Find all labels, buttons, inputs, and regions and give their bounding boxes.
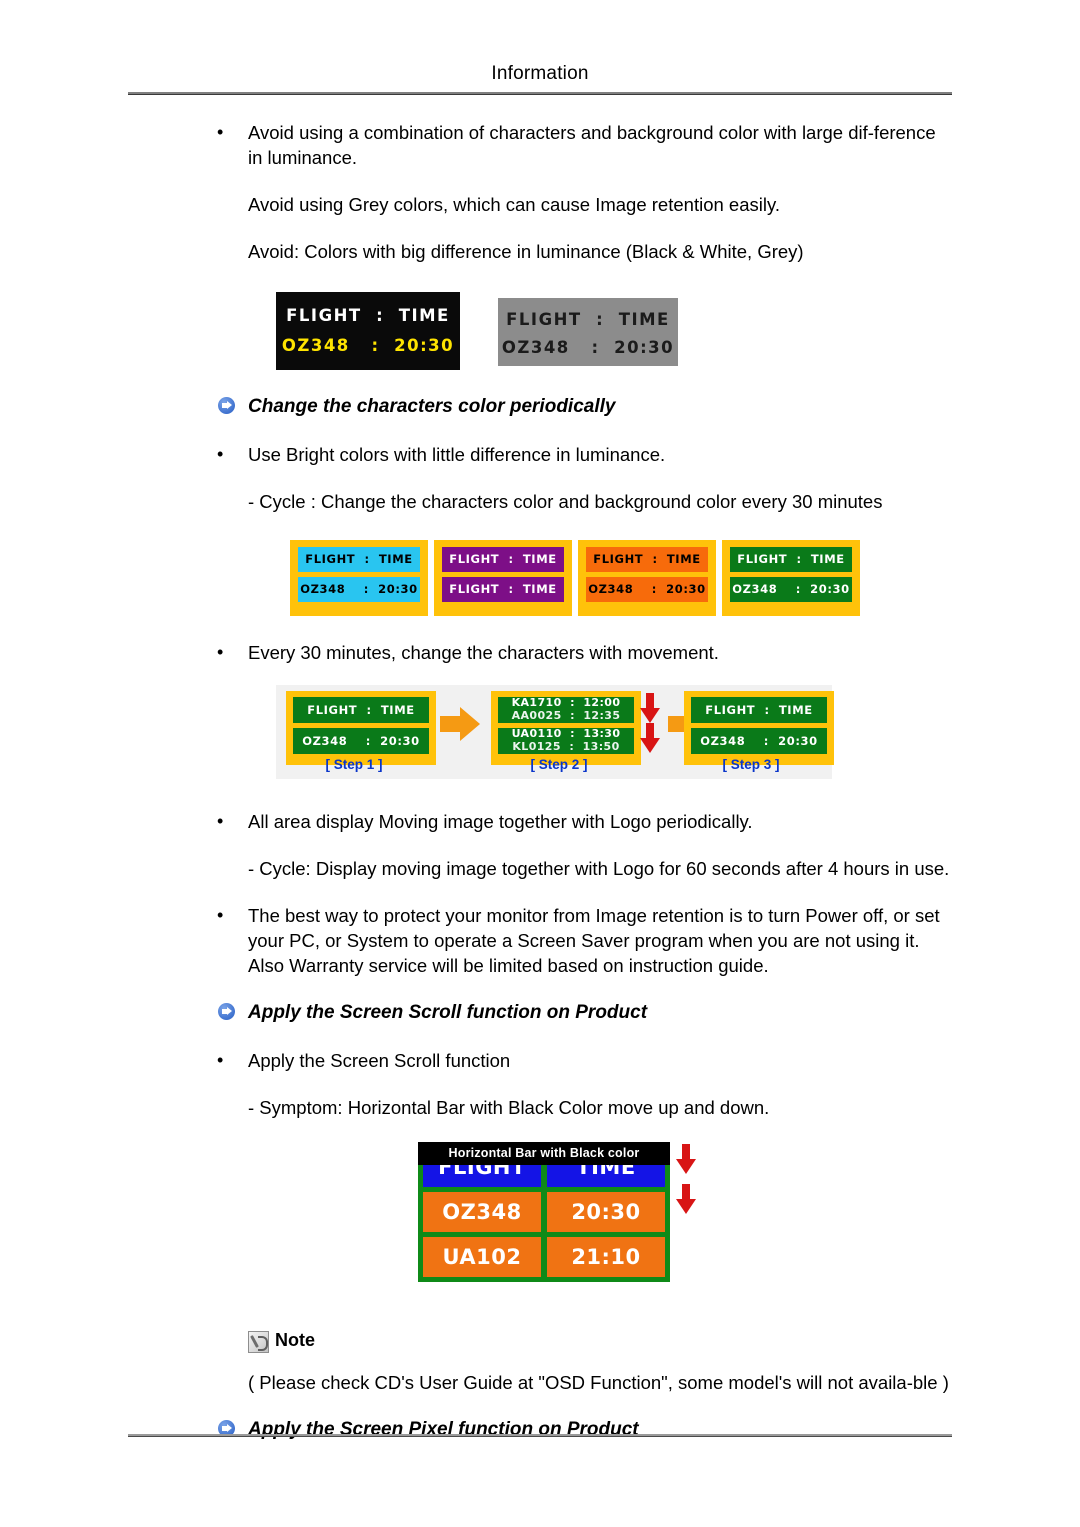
bullet-dot-icon: •: [217, 642, 224, 662]
arrow-down-icon-3: [676, 1144, 696, 1174]
purple-board: FLIGHT : TIME FLIGHT : TIME: [434, 540, 572, 616]
step2-line2: UA0110 : 13:30 KL0125 : 13:50: [498, 728, 634, 754]
scroll-grid: FLIGHT TIME OZ348 20:30 UA102 21:10: [423, 1147, 665, 1277]
bullet-every-30-minutes: • Every 30 minutes, change the character…: [214, 640, 954, 665]
bullet-avoid-combination: • Avoid using a combination of character…: [214, 120, 954, 170]
note-label: Note: [275, 1330, 315, 1350]
bullet-best-way-protect-text: The best way to protect your monitor fro…: [248, 905, 940, 976]
arrow-down-icon-4: [676, 1184, 696, 1214]
step2-line2-b: KL0125 : 13:50: [512, 740, 620, 753]
note-block: Note ( Please check CD's User Guide at "…: [214, 1330, 954, 1395]
grey-board-line2: OZ348 : 20:30: [501, 338, 675, 357]
black-board: FLIGHT : TIME OZ348 : 20:30: [276, 292, 460, 370]
step1-label: [ Step 1 ]: [325, 757, 383, 772]
heading-apply-screen-scroll: Apply the Screen Scroll function on Prod…: [214, 1000, 954, 1026]
purple-board-line1: FLIGHT : TIME: [442, 547, 564, 572]
grey-board-line1: FLIGHT : TIME: [506, 310, 670, 329]
header-divider: [128, 92, 952, 95]
black-board-line1: FLIGHT : TIME: [286, 306, 450, 325]
scroll-cell-2030: 20:30: [547, 1192, 665, 1232]
cyan-board: FLIGHT : TIME OZ348 : 20:30: [290, 540, 428, 616]
step2-line1-a: KA1710 : 12:00: [511, 697, 621, 709]
bullet-dot-icon: •: [217, 444, 224, 464]
dash-symptom-horizontal-bar: - Symptom: Horizontal Bar with Black Col…: [248, 1097, 770, 1118]
heading-change-characters-color: Change the characters color periodically: [214, 394, 954, 420]
step1-line1: FLIGHT : TIME: [293, 697, 429, 723]
blue-arrow-bullet-icon: [218, 1003, 235, 1020]
paragraph-avoid-colors: Avoid: Colors with big difference in lum…: [248, 241, 804, 262]
cyan-board-line1: FLIGHT : TIME: [298, 547, 420, 572]
step3-line2: OZ348 : 20:30: [691, 728, 827, 754]
green-board-line1: FLIGHT : TIME: [730, 547, 852, 572]
step1-line2: OZ348 : 20:30: [293, 728, 429, 754]
paragraph-avoid-grey: Avoid using Grey colors, which can cause…: [248, 194, 780, 215]
arrow-down-icon-1: [640, 693, 660, 723]
step3-label: [ Step 3 ]: [722, 757, 780, 772]
scroll-cell-oz348: OZ348: [423, 1192, 541, 1232]
step2-line2-a: UA0110 : 13:30: [511, 728, 621, 740]
scroll-row: OZ348 20:30: [423, 1192, 665, 1232]
page-content: • Avoid using a combination of character…: [214, 120, 954, 1443]
page-header-title: Information: [491, 63, 589, 84]
orange-board: FLIGHT : TIME OZ348 : 20:30: [578, 540, 716, 616]
bullet-apply-screen-scroll-text: Apply the Screen Scroll function: [248, 1050, 511, 1071]
dash-cycle-display-moving-image: - Cycle: Display moving image together w…: [248, 858, 950, 879]
scroll-cell-2110: 21:10: [547, 1237, 665, 1277]
scroll-cell-ua102: UA102: [423, 1237, 541, 1277]
step2-label: [ Step 2 ]: [530, 757, 588, 772]
orange-board-line1: FLIGHT : TIME: [586, 547, 708, 572]
grey-board: FLIGHT : TIME OZ348 : 20:30: [498, 298, 678, 366]
bullet-all-area-display-text: All area display Moving image together w…: [248, 811, 753, 832]
document-page: Information • Avoid using a combination …: [0, 0, 1080, 1527]
bullet-every-30-minutes-text: Every 30 minutes, change the characters …: [248, 642, 719, 663]
step2-line1: KA1710 : 12:00 AA0025 : 12:35: [498, 697, 634, 723]
dash-cycle-change-colors: - Cycle : Change the characters color an…: [248, 491, 883, 512]
bullet-use-bright-colors: • Use Bright colors with little differen…: [214, 442, 954, 467]
bullet-dot-icon: •: [217, 122, 224, 142]
bullet-best-way-protect: • The best way to protect your monitor f…: [214, 903, 954, 978]
arrow-down-icon-2: [640, 723, 660, 753]
heading-apply-screen-scroll-text: Apply the Screen Scroll function on Prod…: [248, 1002, 648, 1023]
arrow-right-icon-1: [440, 707, 482, 741]
note-pencil-icon: [248, 1331, 269, 1353]
bullet-dot-icon: •: [217, 811, 224, 831]
step2-board: KA1710 : 12:00 AA0025 : 12:35 UA0110 : 1…: [491, 691, 641, 765]
bullet-all-area-display: • All area display Moving image together…: [214, 809, 954, 834]
step3-board: FLIGHT : TIME OZ348 : 20:30: [684, 691, 834, 765]
black-board-line2: OZ348 : 20:30: [281, 336, 455, 355]
green-board: FLIGHT : TIME OZ348 : 20:30: [722, 540, 860, 616]
figure-screen-scroll: FLIGHT TIME OZ348 20:30 UA102 21:10 Hori…: [418, 1142, 718, 1292]
bullet-apply-screen-scroll: • Apply the Screen Scroll function: [214, 1048, 954, 1073]
cyan-board-line2: OZ348 : 20:30: [298, 577, 420, 602]
bullet-avoid-combination-text: Avoid using a combination of characters …: [248, 122, 936, 168]
bullet-dot-icon: •: [217, 1050, 224, 1070]
step3-line1: FLIGHT : TIME: [691, 697, 827, 723]
note-heading: Note: [248, 1330, 954, 1356]
heading-apply-screen-pixel: Apply the Screen Pixel function on Produ…: [214, 1417, 954, 1443]
green-board-line2: OZ348 : 20:30: [730, 577, 852, 602]
horizontal-black-bar: Horizontal Bar with Black color: [418, 1142, 670, 1165]
heading-change-characters-color-text: Change the characters color periodically: [248, 396, 616, 417]
figure-contrast-boards: FLIGHT : TIME OZ348 : 20:30 FLIGHT : TIM…: [276, 292, 954, 372]
footer-divider: [128, 1434, 952, 1437]
purple-board-line2: FLIGHT : TIME: [442, 577, 564, 602]
bullet-use-bright-colors-text: Use Bright colors with little difference…: [248, 444, 666, 465]
step1-board: FLIGHT : TIME OZ348 : 20:30: [286, 691, 436, 765]
bullet-dot-icon: •: [217, 905, 224, 925]
scroll-panel: FLIGHT TIME OZ348 20:30 UA102 21:10 Hori…: [418, 1142, 670, 1282]
scroll-row: UA102 21:10: [423, 1237, 665, 1277]
blue-arrow-bullet-icon: [218, 397, 235, 414]
step2-line1-b: AA0025 : 12:35: [511, 709, 621, 722]
figure-color-cycle: FLIGHT : TIME OZ348 : 20:30 FLIGHT : TIM…: [290, 540, 954, 618]
figure-step-movement: FLIGHT : TIME OZ348 : 20:30 [ Step 1 ] K…: [276, 685, 834, 779]
orange-board-line2: OZ348 : 20:30: [586, 577, 708, 602]
note-body: ( Please check CD's User Guide at "OSD F…: [248, 1372, 949, 1393]
